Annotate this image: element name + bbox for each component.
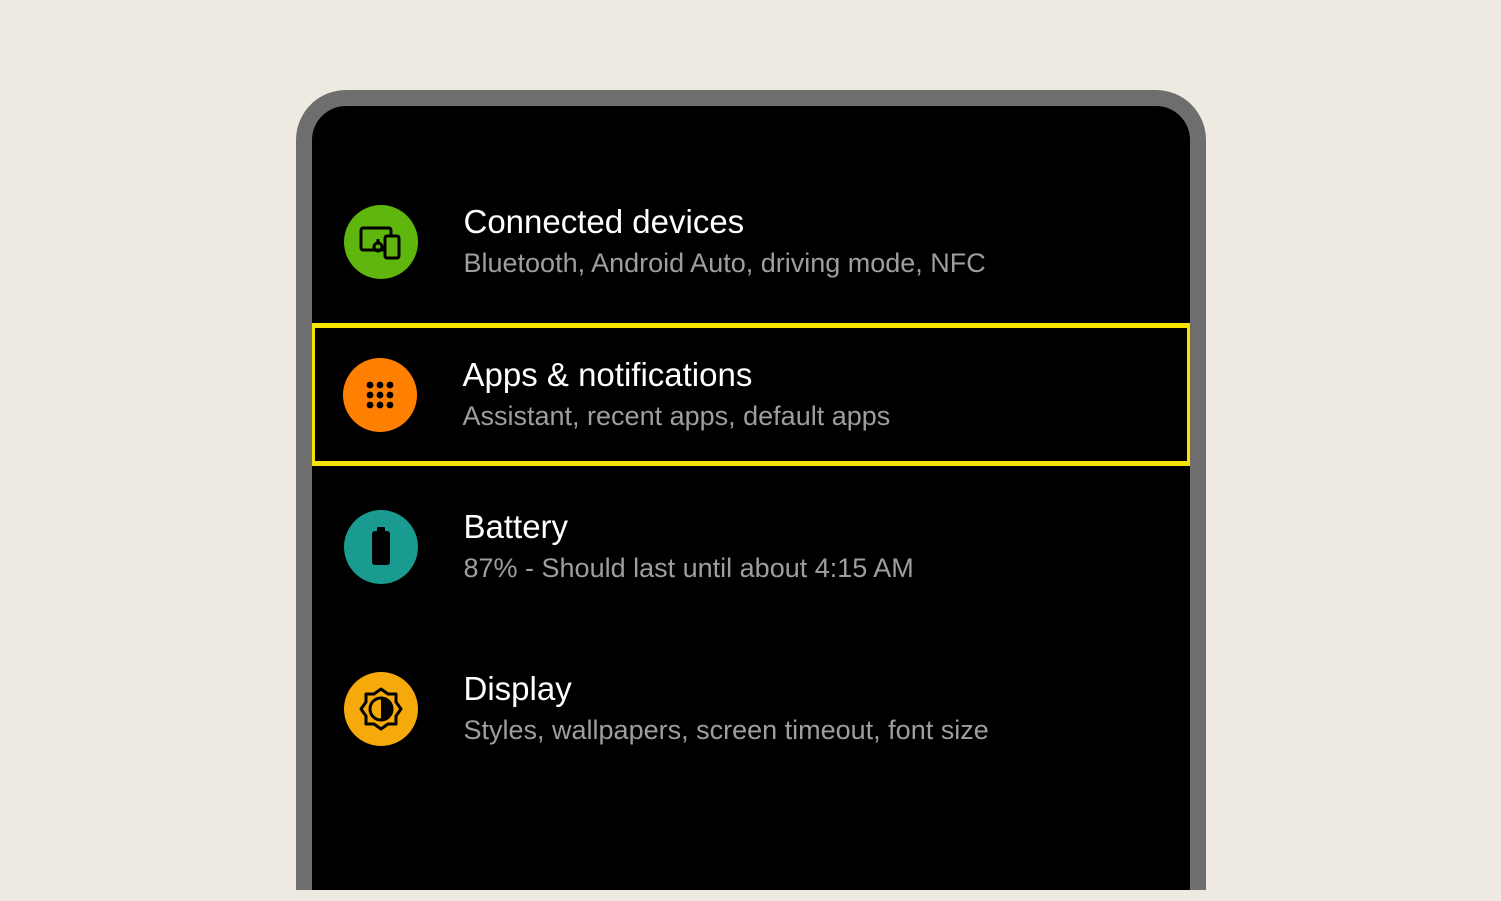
settings-item-subtitle: 87% - Should last until about 4:15 AM	[464, 552, 914, 586]
settings-item-texts: Battery 87% - Should last until about 4:…	[464, 508, 914, 586]
settings-item-battery[interactable]: Battery 87% - Should last until about 4:…	[312, 466, 1190, 628]
settings-item-title: Battery	[464, 508, 914, 546]
settings-item-subtitle: Styles, wallpapers, screen timeout, font…	[464, 714, 989, 748]
settings-item-texts: Apps & notifications Assistant, recent a…	[463, 356, 891, 434]
battery-icon	[344, 510, 418, 584]
settings-item-title: Connected devices	[464, 203, 986, 241]
apps-grid-icon	[343, 358, 417, 432]
devices-icon	[344, 205, 418, 279]
settings-item-title: Apps & notifications	[463, 356, 891, 394]
settings-item-connected[interactable]: Connected devices Bluetooth, Android Aut…	[312, 161, 1190, 323]
settings-item-title: Display	[464, 670, 989, 708]
brightness-icon	[344, 672, 418, 746]
page-background: Connected devices Bluetooth, Android Aut…	[0, 0, 1501, 901]
settings-list: Connected devices Bluetooth, Android Aut…	[312, 161, 1190, 790]
settings-item-texts: Display Styles, wallpapers, screen timeo…	[464, 670, 989, 748]
settings-item-subtitle: Bluetooth, Android Auto, driving mode, N…	[464, 247, 986, 281]
device-frame: Connected devices Bluetooth, Android Aut…	[296, 90, 1206, 890]
settings-item-apps[interactable]: Apps & notifications Assistant, recent a…	[310, 323, 1192, 467]
settings-item-texts: Connected devices Bluetooth, Android Aut…	[464, 203, 986, 281]
settings-item-display[interactable]: Display Styles, wallpapers, screen timeo…	[312, 628, 1190, 790]
settings-item-subtitle: Assistant, recent apps, default apps	[463, 400, 891, 434]
